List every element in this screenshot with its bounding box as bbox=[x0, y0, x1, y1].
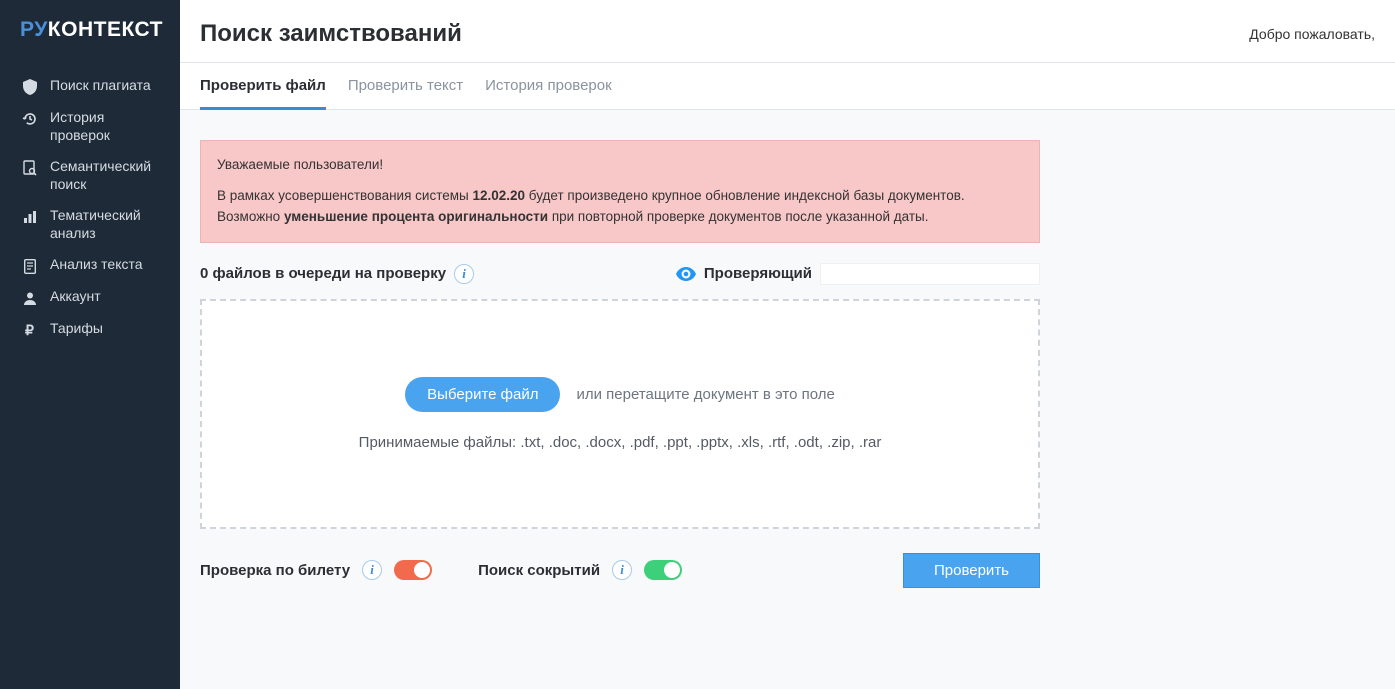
user-icon bbox=[22, 290, 38, 306]
main: Поиск заимствований Добро пожаловать, Пр… bbox=[180, 0, 1395, 689]
alert-bold: уменьшение процента оригинальности bbox=[284, 209, 548, 224]
info-icon[interactable]: i bbox=[612, 560, 632, 580]
alert-text: при повторной проверке документов после … bbox=[548, 209, 928, 224]
ruble-icon: ₽ bbox=[22, 322, 38, 338]
reviewer-value bbox=[820, 263, 1040, 285]
ticket-check-label: Проверка по билету bbox=[200, 562, 350, 579]
hidden-search-label: Поиск сокрытий bbox=[478, 562, 600, 579]
header: Поиск заимствований Добро пожаловать, bbox=[180, 0, 1395, 63]
sidebar-item-account[interactable]: Аккаунт bbox=[0, 281, 180, 313]
shield-icon bbox=[22, 79, 38, 95]
alert-greeting: Уважаемые пользователи! bbox=[217, 155, 1023, 176]
sidebar-item-plagiarism[interactable]: Поиск плагиата bbox=[0, 70, 180, 102]
alert-text: Возможно bbox=[217, 209, 284, 224]
reviewer: Проверяющий bbox=[676, 263, 1040, 285]
sidebar-item-text-analysis[interactable]: Анализ текста bbox=[0, 249, 180, 281]
controls-row: Проверка по билету i Поиск сокрытий i Пр… bbox=[200, 553, 1040, 588]
logo-prefix: РУ bbox=[20, 18, 48, 41]
alert-text: будет произведено крупное обновление инд… bbox=[525, 188, 965, 203]
sidebar-item-history[interactable]: История проверок bbox=[0, 102, 180, 151]
document-icon bbox=[22, 258, 38, 274]
alert-date: 12.02.20 bbox=[472, 188, 525, 203]
tab-check-text[interactable]: Проверить текст bbox=[348, 63, 463, 110]
sidebar-item-semantic[interactable]: Семантический поиск bbox=[0, 151, 180, 200]
queue-count-text: 0 файлов в очереди на проверку bbox=[200, 265, 446, 282]
alert-text: В рамках усовершенствования системы bbox=[217, 188, 472, 203]
eye-icon bbox=[676, 267, 696, 281]
sidebar-item-label: Тематический анализ bbox=[50, 207, 166, 242]
sidebar-item-label: Семантический поиск bbox=[50, 158, 166, 193]
choose-file-button[interactable]: Выберите файл bbox=[405, 377, 560, 412]
sidebar-item-thematic[interactable]: Тематический анализ bbox=[0, 200, 180, 249]
dropzone-formats: Принимаемые файлы: .txt, .doc, .docx, .p… bbox=[359, 434, 882, 451]
sidebar-item-label: Поиск плагиата bbox=[50, 77, 151, 95]
dropzone-hint: или перетащите документ в это поле bbox=[576, 386, 834, 403]
reviewer-label: Проверяющий bbox=[704, 265, 812, 282]
sidebar-item-label: Аккаунт bbox=[50, 288, 101, 306]
alert-line2: Возможно уменьшение процента оригинально… bbox=[217, 207, 1023, 228]
sidebar: РУКОНТЕКСТ Поиск плагиата История провер… bbox=[0, 0, 180, 689]
sidebar-item-label: Анализ текста bbox=[50, 256, 143, 274]
tabs: Проверить файл Проверить текст История п… bbox=[180, 63, 1395, 110]
svg-text:₽: ₽ bbox=[25, 323, 34, 337]
tab-check-file[interactable]: Проверить файл bbox=[200, 63, 326, 110]
sidebar-item-label: История проверок bbox=[50, 109, 166, 144]
sidebar-item-tariffs[interactable]: ₽ Тарифы bbox=[0, 313, 180, 345]
content: Уважаемые пользователи! В рамках усоверш… bbox=[180, 110, 1395, 689]
alert-box: Уважаемые пользователи! В рамках усоверш… bbox=[200, 140, 1040, 243]
tab-check-history[interactable]: История проверок bbox=[485, 63, 612, 110]
info-icon[interactable]: i bbox=[454, 264, 474, 284]
logo-suffix: КОНТЕКСТ bbox=[48, 18, 163, 41]
history-icon bbox=[22, 111, 38, 127]
info-icon[interactable]: i bbox=[362, 560, 382, 580]
alert-line1: В рамках усовершенствования системы 12.0… bbox=[217, 186, 1023, 207]
queue-row: 0 файлов в очереди на проверку i Проверя… bbox=[200, 263, 1040, 285]
queue-count: 0 файлов в очереди на проверку i bbox=[200, 264, 474, 284]
ticket-check-toggle[interactable] bbox=[394, 560, 432, 580]
chart-icon bbox=[22, 209, 38, 225]
page-title: Поиск заимствований bbox=[200, 20, 462, 48]
file-dropzone[interactable]: Выберите файл или перетащите документ в … bbox=[200, 299, 1040, 529]
hidden-search-toggle[interactable] bbox=[644, 560, 682, 580]
check-button[interactable]: Проверить bbox=[903, 553, 1040, 588]
logo: РУКОНТЕКСТ bbox=[0, 18, 180, 70]
search-doc-icon bbox=[22, 160, 38, 176]
welcome-text: Добро пожаловать, bbox=[1249, 26, 1375, 42]
sidebar-item-label: Тарифы bbox=[50, 320, 103, 338]
